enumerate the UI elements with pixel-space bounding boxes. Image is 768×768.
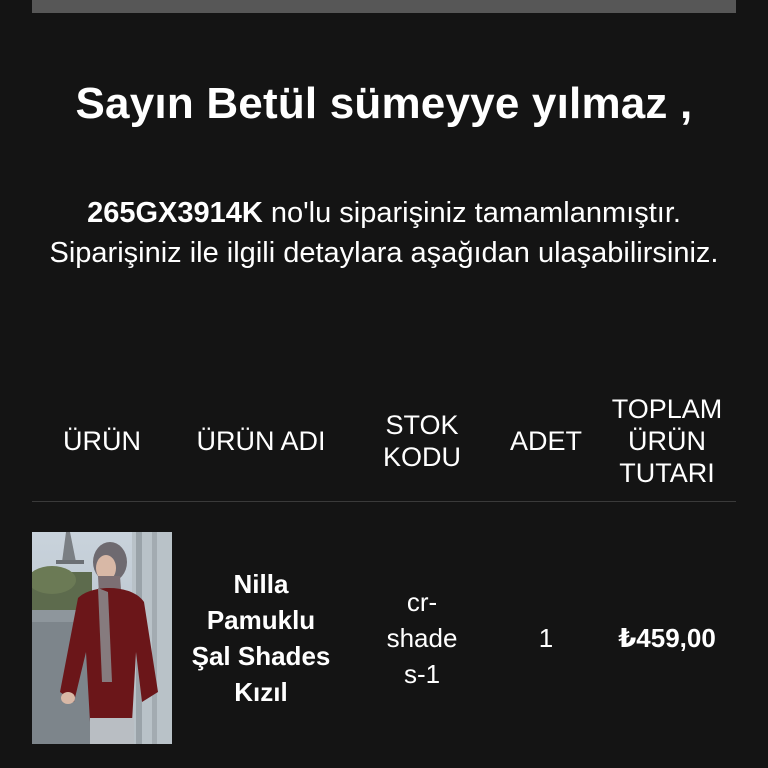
product-photo[interactable] xyxy=(32,532,172,744)
order-table: ÜRÜN ÜRÜN ADI STOK KODU ADET TOPLAM ÜRÜN… xyxy=(32,380,736,744)
product-photo-image xyxy=(32,532,172,744)
order-email-page: Sayın Betül sümeyye yılmaz , 265GX3914K … xyxy=(0,0,768,768)
header-quantity: ADET xyxy=(509,425,582,456)
table-header: ÜRÜN ÜRÜN ADI STOK KODU ADET TOPLAM ÜRÜN… xyxy=(32,380,736,502)
total-price: ₺459,00 xyxy=(618,623,716,653)
quantity: 1 xyxy=(538,623,554,653)
header-stock-code: STOK KODU xyxy=(382,409,461,472)
greeting-heading: Sayın Betül sümeyye yılmaz , xyxy=(75,79,693,128)
order-message: 265GX3914K no'lu siparişiniz tamamlanmış… xyxy=(40,193,728,273)
order-number: 265GX3914K xyxy=(87,197,263,229)
header-product-name: ÜRÜN ADI xyxy=(196,425,326,456)
top-bar xyxy=(32,0,736,13)
stock-code: cr-shades-1 xyxy=(386,587,458,689)
header-product: ÜRÜN xyxy=(63,425,141,456)
header-total: TOPLAM ÜRÜN TUTARI xyxy=(611,393,723,488)
table-row: Nilla Pamuklu Şal Shades Kızıl cr-shades… xyxy=(32,502,736,744)
product-name[interactable]: Nilla Pamuklu Şal Shades Kızıl xyxy=(172,532,350,744)
